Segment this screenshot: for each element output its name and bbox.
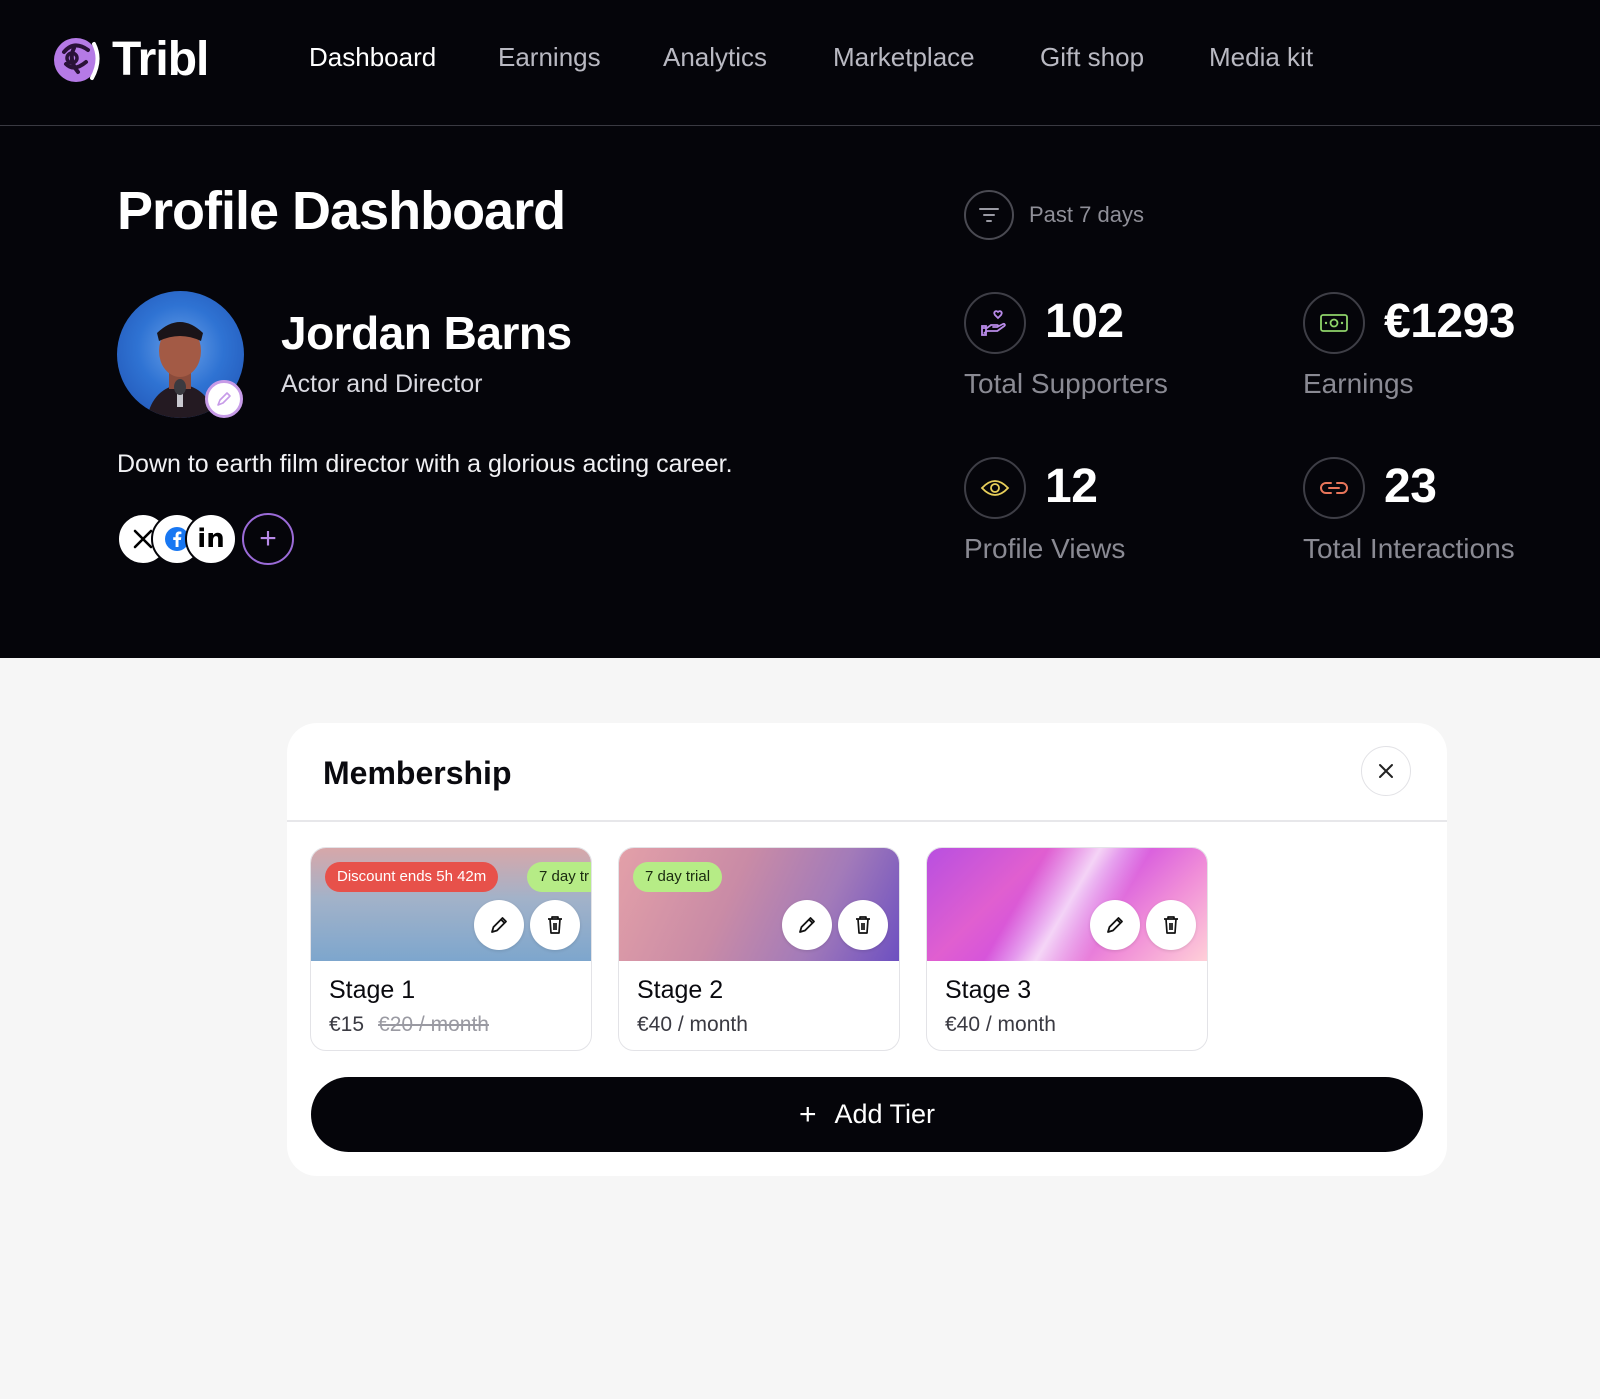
trash-icon [856,916,870,934]
stat-views-icon-wrap [964,457,1026,519]
tribl-logo-icon [54,37,100,82]
stat-supporters-icon-wrap [964,292,1026,354]
tier-name: Stage 3 [945,976,1032,1004]
pencil-icon [491,917,507,933]
tier-name: Stage 1 [329,976,416,1004]
linkedin-icon: in [197,524,225,554]
stat-interactions-value: 23 [1384,460,1437,513]
close-icon [1379,764,1393,778]
nav-item-analytics[interactable]: Analytics [663,42,767,73]
pencil-icon [1107,917,1123,933]
stat-interactions-icon-wrap [1303,457,1365,519]
membership-panel: Membership Discount ends 5h 42m 7 day tr… [287,723,1447,1176]
delete-tier-button[interactable] [838,900,888,950]
tier-card-stage-2[interactable]: 7 day trial Stage 2 €40 / month [618,847,900,1051]
filter-icon [979,208,999,222]
edit-avatar-button[interactable] [205,380,243,418]
tier-price: €15 €20 / month [329,1013,489,1037]
stat-interactions-label: Total Interactions [1303,533,1515,564]
trial-badge: 7 day trial [633,862,723,892]
stat-supporters-value: 102 [1045,295,1124,348]
stat-earnings-value: €1293 [1384,295,1515,348]
panel-divider [287,820,1447,822]
logo-text: Tribl [112,33,209,86]
edit-tier-button[interactable] [782,900,832,950]
add-tier-button[interactable]: + Add Tier [311,1077,1423,1152]
pencil-icon [799,917,815,933]
edit-tier-button[interactable] [474,900,524,950]
hero-section: Tribl Dashboard Earnings Analytics Marke… [0,0,1600,658]
stat-views-label: Profile Views [964,533,1126,564]
nav-item-gift-shop[interactable]: Gift shop [1040,42,1144,73]
add-tier-label: Add Tier [834,1099,936,1129]
tier-card-stage-1[interactable]: Discount ends 5h 42m 7 day tr Stage 1 €1… [310,847,592,1051]
nav-item-marketplace[interactable]: Marketplace [833,42,975,73]
stat-earnings-label: Earnings [1303,368,1414,399]
banknote-icon [1320,314,1348,332]
tier-card-stage-3[interactable]: Stage 3 €40 / month [926,847,1208,1051]
tier-price: €40 / month [945,1013,1056,1036]
profile-bio: Down to earth film director with a glori… [117,450,733,478]
tier-name: Stage 2 [637,976,724,1004]
tier-current-price: €15 [329,1013,365,1036]
filter-button[interactable] [964,190,1014,240]
close-button[interactable] [1361,746,1411,796]
trash-icon [1164,916,1178,934]
add-social-link-button[interactable]: + [242,513,294,565]
stat-supporters-label: Total Supporters [964,368,1168,399]
trial-badge: 7 day tr [527,862,591,892]
nav-item-dashboard[interactable]: Dashboard [309,42,436,73]
hand-heart-icon [981,310,1006,336]
nav-item-earnings[interactable]: Earnings [498,42,601,73]
eye-icon [980,480,1010,496]
profile-role: Actor and Director [281,370,483,398]
delete-tier-button[interactable] [1146,900,1196,950]
discount-badge: Discount ends 5h 42m [325,862,499,892]
tier-old-price: €20 / month [378,1013,489,1036]
link-icon [1320,482,1348,494]
top-nav: Tribl Dashboard Earnings Analytics Marke… [0,0,1600,126]
stat-views-value: 12 [1045,460,1098,513]
social-links: in [117,513,237,565]
trash-icon [548,916,562,934]
profile-name: Jordan Barns [281,307,572,359]
logo[interactable]: Tribl [52,32,209,87]
date-range-label[interactable]: Past 7 days [1029,202,1144,228]
page-title: Profile Dashboard [117,181,566,241]
pencil-icon [217,392,231,406]
plus-icon: + [798,1097,817,1131]
delete-tier-button[interactable] [530,900,580,950]
linkedin-social-link[interactable]: in [185,513,237,565]
membership-title: Membership [323,755,512,791]
tier-price: €40 / month [637,1013,748,1036]
edit-tier-button[interactable] [1090,900,1140,950]
stat-earnings-icon-wrap [1303,292,1365,354]
nav-item-media-kit[interactable]: Media kit [1209,42,1313,73]
